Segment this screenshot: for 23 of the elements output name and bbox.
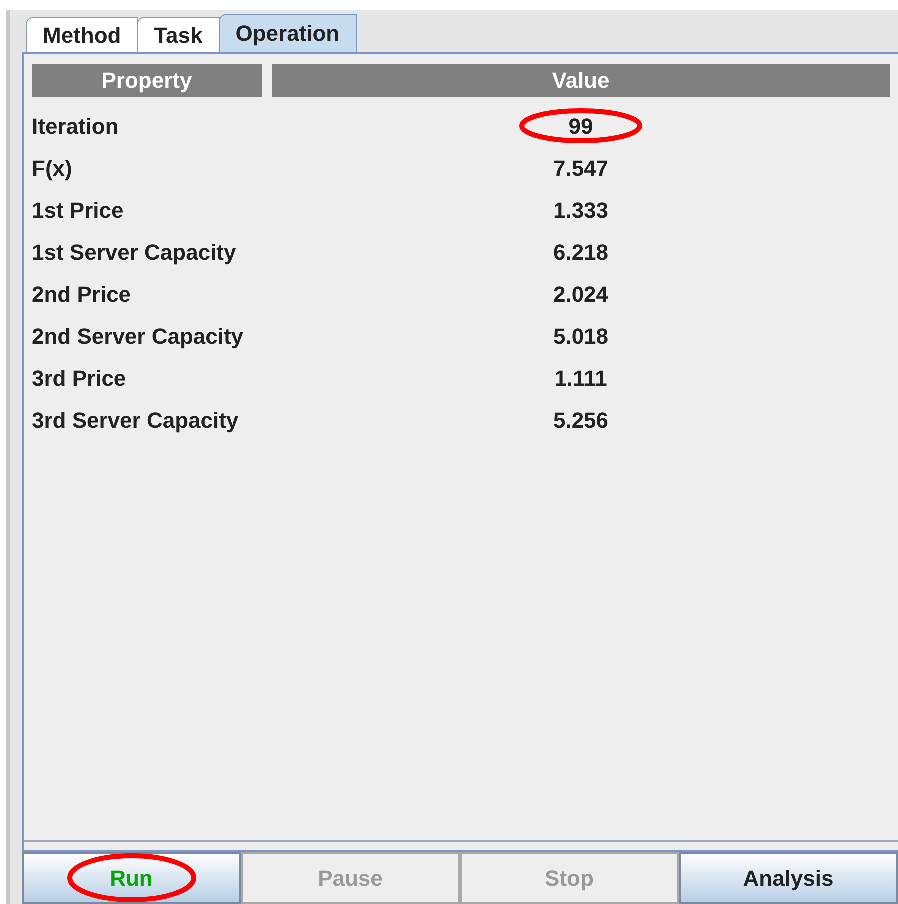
table-cell: 1.333 [553, 198, 609, 222]
tab[interactable]: Task [137, 17, 220, 52]
column-header[interactable]: Property [32, 64, 262, 97]
table-cell-text: F(x) [32, 154, 74, 183]
action-button[interactable]: Run [22, 852, 241, 904]
table-cell: 1.111 [554, 366, 608, 390]
tab[interactable]: Operation [218, 14, 357, 52]
table-cell-text: 3rd Server Capacity [32, 406, 240, 435]
table-cell-text: 1st Price [32, 196, 125, 224]
table-cell-text: 2nd Price [32, 280, 132, 308]
table-cell: 5.018 [553, 324, 609, 348]
table-cell: 99 [568, 114, 594, 138]
table-cell-text: 3rd Price [32, 364, 128, 392]
table-cell-text: Iteration [32, 112, 120, 140]
table-cell: 2.024 [553, 282, 609, 306]
table-cell: 7.547 [553, 156, 609, 180]
table-cell-text: 1st Server Capacity [32, 238, 238, 267]
tab[interactable]: Method [26, 17, 138, 52]
table-cell: 6.218 [553, 240, 609, 264]
action-button[interactable]: Analysis [679, 852, 898, 904]
table-cell-text: 2nd Server Capacity [32, 322, 245, 351]
table-cell: 5.256 [553, 408, 609, 432]
column-header[interactable]: Value [272, 64, 890, 97]
